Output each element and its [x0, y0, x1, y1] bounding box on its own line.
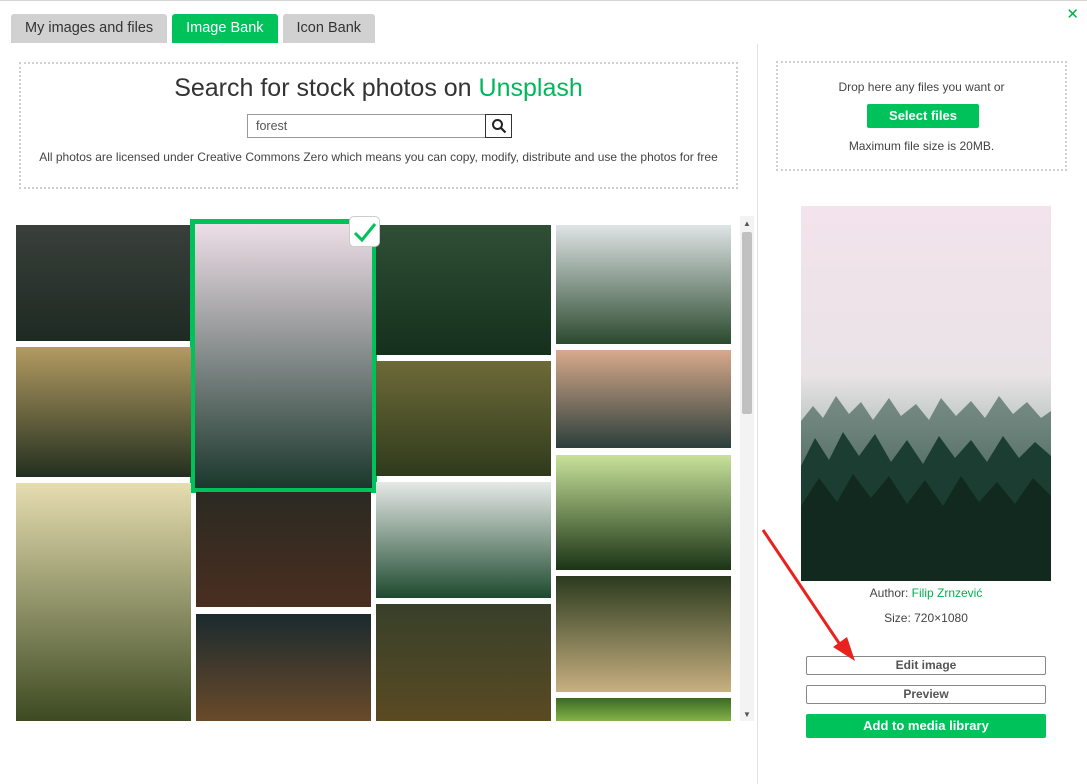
- author-link[interactable]: Filip Zrnzević: [912, 586, 983, 600]
- preview-button[interactable]: Preview: [806, 685, 1046, 704]
- thumbnail-green-leaves[interactable]: [556, 698, 731, 721]
- search-icon: [491, 119, 506, 134]
- drop-text: Drop here any files you want or: [838, 80, 1005, 94]
- search-button[interactable]: [485, 114, 512, 138]
- tab-bar: My images and files Image Bank Icon Bank: [11, 14, 376, 43]
- tab-my-images[interactable]: My images and files: [11, 14, 168, 43]
- thumbnail-sunlit-forest[interactable]: [16, 347, 191, 477]
- thumbnail-forest-path[interactable]: [376, 361, 551, 476]
- max-file-size-text: Maximum file size is 20MB.: [848, 139, 995, 153]
- selected-check-badge: [349, 216, 380, 247]
- scroll-down-arrow-icon[interactable]: ▼: [740, 707, 754, 721]
- thumbnail-misty-forest[interactable]: [16, 225, 191, 341]
- scroll-up-arrow-icon[interactable]: ▲: [740, 216, 754, 230]
- checkmark-icon: [353, 222, 376, 242]
- results-grid: [16, 216, 740, 721]
- search-input[interactable]: [247, 114, 485, 138]
- thumbnail-sunny-road[interactable]: [556, 576, 731, 692]
- thumbnail-mountain-sunset[interactable]: [556, 350, 731, 448]
- search-panel: Search for stock photos on Unsplash All …: [19, 62, 738, 189]
- search-title-text: Search for stock photos on: [174, 74, 479, 102]
- panel-divider: [757, 44, 758, 784]
- thumbnail-forest-trail[interactable]: [196, 614, 371, 721]
- thumbnail-aerial-road[interactable]: [376, 225, 551, 355]
- thumbnail-foggy-forest[interactable]: [190, 219, 377, 493]
- scrollbar-thumb[interactable]: [742, 232, 752, 414]
- unsplash-brand: Unsplash: [478, 74, 583, 102]
- author-label: Author:: [869, 586, 912, 600]
- tab-icon-bank[interactable]: Icon Bank: [282, 14, 376, 43]
- thumbnail-canopy[interactable]: [556, 455, 731, 570]
- thumbnail-autumn-forest[interactable]: [376, 604, 551, 721]
- top-border: [0, 0, 1087, 1]
- tab-image-bank[interactable]: Image Bank: [172, 14, 278, 43]
- annotation-arrow: [761, 529, 855, 661]
- search-title: Search for stock photos on Unsplash: [21, 74, 736, 103]
- license-text: All photos are licensed under Creative C…: [39, 150, 718, 164]
- thumbnail-sunbeams[interactable]: [16, 483, 191, 721]
- thumbnail-mountain-lake[interactable]: [556, 225, 731, 344]
- file-drop-zone[interactable]: Drop here any files you want or Select f…: [776, 61, 1067, 171]
- select-files-button[interactable]: Select files: [867, 104, 979, 128]
- thumbnail-redwood[interactable]: [196, 492, 371, 607]
- thumbnail-misty-valley[interactable]: [376, 482, 551, 598]
- search-row: [247, 114, 512, 138]
- close-icon[interactable]: ✕: [1066, 5, 1079, 23]
- grid-scrollbar[interactable]: ▲ ▼: [740, 216, 754, 721]
- add-to-media-library-button[interactable]: Add to media library: [806, 714, 1046, 738]
